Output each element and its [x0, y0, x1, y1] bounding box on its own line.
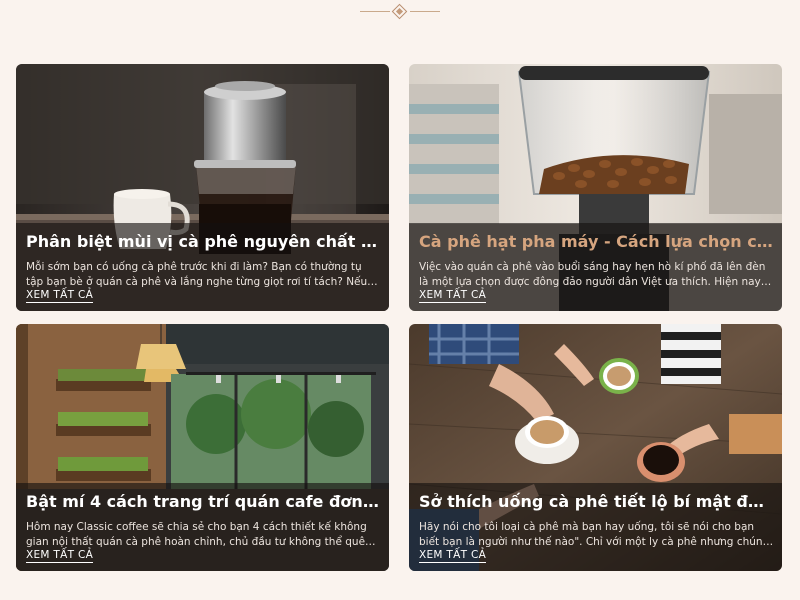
card-excerpt: Hãy nói cho tôi loại cà phê mà bạn hay u… [419, 521, 770, 548]
blog-card-coffee-personality[interactable]: Sở thích uống cà phê tiết lộ bí mật động… [409, 324, 782, 571]
section-divider [360, 3, 440, 20]
view-all-link[interactable]: XEM TẤT CẢ [26, 549, 94, 563]
blog-card-cafe-decor[interactable]: Bật mí 4 cách trang trí quán cafe đơn gi… [16, 324, 389, 571]
view-all-link[interactable]: XEM TẤT CẢ [26, 289, 94, 303]
card-title[interactable]: Sở thích uống cà phê tiết lộ bí mật động… [419, 492, 774, 511]
blog-card-coffee-beans[interactable]: Cà phê hạt pha máy - Cách lựa chọn cà ph… [409, 64, 782, 311]
card-title[interactable]: Phân biệt mùi vị cà phê nguyên chất thật… [26, 232, 381, 251]
blog-card-coffee-taste[interactable]: Phân biệt mùi vị cà phê nguyên chất thật… [16, 64, 389, 311]
card-excerpt: Mỗi sớm bạn có uống cà phê trước khi đi … [26, 261, 380, 288]
view-all-link[interactable]: XEM TẤT CẢ [419, 549, 487, 563]
divider-line-left [360, 11, 390, 12]
card-excerpt: Việc vào quán cà phê vào buổi sáng hay h… [419, 261, 766, 288]
card-excerpt: Hôm nay Classic coffee sẽ chia sẻ cho bạ… [26, 521, 372, 548]
diamond-ornament-icon [391, 3, 408, 20]
card-title[interactable]: Cà phê hạt pha máy - Cách lựa chọn cà ph… [419, 232, 774, 251]
card-title[interactable]: Bật mí 4 cách trang trí quán cafe đơn gi… [26, 492, 381, 511]
divider-line-right [410, 11, 440, 12]
view-all-link[interactable]: XEM TẤT CẢ [419, 289, 487, 303]
